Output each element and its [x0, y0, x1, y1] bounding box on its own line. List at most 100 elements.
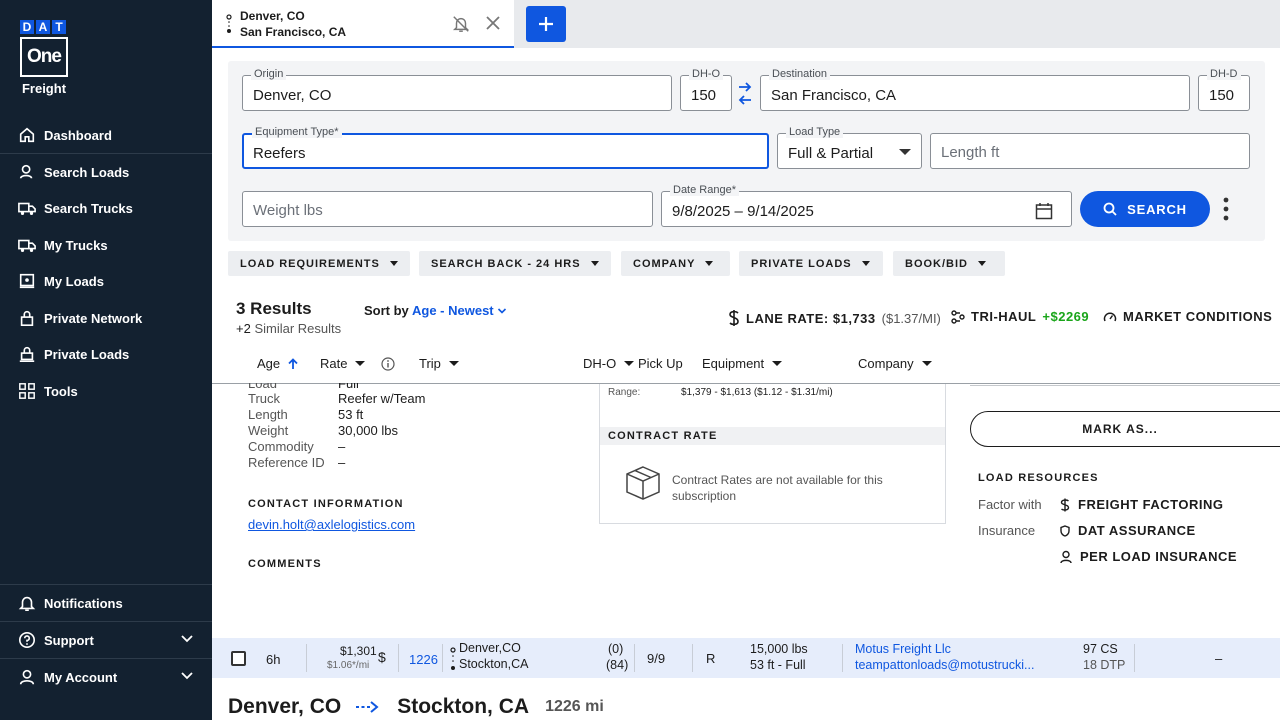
- caret-down-icon: [921, 361, 932, 366]
- info-icon[interactable]: [381, 356, 396, 371]
- mark-as-button[interactable]: MARK AS...: [970, 411, 1280, 447]
- column-pick-up[interactable]: Pick Up: [638, 356, 683, 371]
- column-equipment[interactable]: Equipment: [702, 356, 783, 371]
- column-dh-o[interactable]: DH-O: [583, 356, 635, 371]
- sidebar-item-dashboard[interactable]: Dashboard: [0, 117, 212, 153]
- sort-select[interactable]: Age - Newest: [412, 303, 507, 318]
- field-label: Destination: [769, 68, 831, 80]
- truck-label: Truck: [248, 391, 281, 406]
- row-rate-per-mile: $1.06*/mi: [327, 660, 370, 671]
- filter-company[interactable]: COMPANY: [621, 251, 730, 276]
- caret-down-icon: [861, 261, 870, 266]
- market-conditions[interactable]: MARKET CONDITIONS: [1103, 309, 1272, 324]
- row-checkbox[interactable]: [231, 651, 246, 666]
- row-weight: 15,000 lbs: [750, 642, 808, 656]
- commodity-value: –: [338, 439, 346, 454]
- sidebar-item-label: Tools: [44, 383, 78, 399]
- contact-email-link[interactable]: devin.holt@axlelogistics.com: [248, 517, 415, 532]
- length-field[interactable]: Length ft: [930, 133, 1250, 169]
- column-trip[interactable]: Trip: [419, 356, 459, 371]
- bell-off-icon[interactable]: [452, 15, 470, 33]
- divider: [442, 644, 443, 672]
- column-label: Company: [858, 356, 914, 371]
- sidebar-item-my-account[interactable]: My Account: [0, 659, 212, 695]
- filter-book-bid[interactable]: BOOK/BID: [893, 251, 1005, 276]
- filter-load-requirements[interactable]: LOAD REQUIREMENTS: [228, 251, 410, 276]
- insurance-agent-icon: [1060, 550, 1072, 563]
- field-label: DH-D: [1207, 68, 1241, 80]
- row-equipment-type: R: [706, 651, 716, 666]
- field-label: Load Type: [786, 126, 844, 138]
- row-trip-miles[interactable]: 1226: [409, 652, 438, 667]
- sidebar-item-private-network[interactable]: Private Network: [0, 300, 212, 336]
- dat-assurance-label: DAT ASSURANCE: [1078, 523, 1196, 538]
- swap-icon[interactable]: [738, 81, 752, 107]
- origin-field[interactable]: Origin Denver, CO: [242, 68, 672, 111]
- caret-down-icon: [772, 361, 783, 366]
- gauge-icon: [1103, 311, 1117, 321]
- filter-search-back[interactable]: SEARCH BACK - 24 HRS: [419, 251, 611, 276]
- caret-down-icon: [978, 261, 986, 266]
- route-icon: [226, 14, 232, 33]
- load-type-select[interactable]: Load Type Full & Partial: [777, 126, 922, 169]
- chip-label: SEARCH BACK - 24 HRS: [431, 257, 581, 270]
- sidebar-item-search-loads[interactable]: Search Loads: [0, 154, 212, 190]
- table-row[interactable]: 6h $1,301 $1.06*/mi $ 1226 Denver,CO Sto…: [212, 638, 1280, 678]
- contact-information-title: CONTACT INFORMATION: [248, 498, 404, 510]
- per-load-insurance-label: PER LOAD INSURANCE: [1080, 549, 1238, 564]
- sidebar-item-private-loads[interactable]: Private Loads: [0, 336, 212, 372]
- chevron-down-icon[interactable]: [180, 670, 194, 680]
- filter-private-loads[interactable]: PRIVATE LOADS: [739, 251, 883, 276]
- date-range-field[interactable]: Date Range* 9/8/2025 – 9/14/2025: [661, 184, 1072, 227]
- row-company-email[interactable]: teampattonloads@motustrucki...: [855, 658, 1034, 672]
- dh-d-field[interactable]: DH-D 150: [1198, 68, 1250, 111]
- column-rate[interactable]: Rate: [320, 356, 396, 371]
- sort-value: Age - Newest: [412, 303, 494, 318]
- chevron-down-icon[interactable]: [180, 633, 194, 643]
- sidebar-item-label: Dashboard: [44, 127, 112, 143]
- caret-down-icon: [448, 361, 459, 366]
- chip-label: LOAD REQUIREMENTS: [240, 257, 380, 270]
- add-search-button[interactable]: [526, 6, 566, 42]
- dh-o-field[interactable]: DH-O 150: [680, 68, 732, 111]
- dat-one-logo[interactable]: D A T One Freight: [20, 20, 68, 96]
- freight-factoring-label: FREIGHT FACTORING: [1078, 497, 1224, 512]
- lane-rate[interactable]: LANE RATE: $1,733 ($1.37/MI): [728, 309, 941, 327]
- search-button[interactable]: SEARCH: [1080, 191, 1210, 227]
- search-icon: [1103, 202, 1117, 216]
- tri-haul[interactable]: TRI-HAUL +$2269: [951, 309, 1089, 324]
- close-icon[interactable]: [485, 15, 501, 31]
- sidebar-item-search-trucks[interactable]: Search Trucks: [0, 190, 212, 226]
- weight-field[interactable]: Weight lbs: [242, 191, 653, 227]
- search-tab[interactable]: Denver, CO San Francisco, CA: [212, 0, 514, 48]
- calendar-icon[interactable]: [1035, 202, 1053, 220]
- per-load-insurance-link[interactable]: PER LOAD INSURANCE: [1060, 549, 1237, 564]
- sidebar-item-my-trucks[interactable]: My Trucks: [0, 227, 212, 263]
- dollar-icon: [1060, 498, 1070, 511]
- chip-label: COMPANY: [633, 257, 696, 270]
- similar-results[interactable]: +2 Similar Results: [236, 321, 341, 336]
- dh-o-value: 150: [691, 87, 717, 104]
- sidebar-item-my-loads[interactable]: My Loads: [0, 263, 212, 299]
- more-options-icon[interactable]: [1223, 197, 1229, 221]
- column-age[interactable]: Age: [257, 356, 298, 371]
- column-company[interactable]: Company: [858, 356, 932, 371]
- row-dh-d: (84): [606, 658, 629, 672]
- freight-factoring-link[interactable]: FREIGHT FACTORING: [1060, 497, 1223, 512]
- equipment-type-field[interactable]: Equipment Type* Reefers: [242, 126, 769, 169]
- dat-assurance-link[interactable]: DAT ASSURANCE: [1060, 523, 1196, 538]
- row-rate: $1,301: [340, 644, 377, 658]
- row-company-link[interactable]: Motus Freight Llc: [855, 642, 951, 656]
- logo-letter: A: [36, 20, 50, 34]
- plus-icon: [539, 17, 553, 31]
- destination-field[interactable]: Destination San Francisco, CA: [760, 68, 1190, 111]
- market-conditions-label: MARKET CONDITIONS: [1123, 309, 1273, 324]
- sidebar-item-notifications[interactable]: Notifications: [0, 585, 212, 621]
- divider: [970, 385, 1280, 386]
- divider: [842, 644, 843, 672]
- row-destination: Stockton,CA: [459, 657, 529, 671]
- sidebar-item-support[interactable]: Support: [0, 622, 212, 658]
- row-age: 6h: [266, 652, 281, 667]
- sidebar-item-tools[interactable]: Tools: [0, 373, 212, 409]
- sidebar-item-label: Private Network: [44, 310, 143, 326]
